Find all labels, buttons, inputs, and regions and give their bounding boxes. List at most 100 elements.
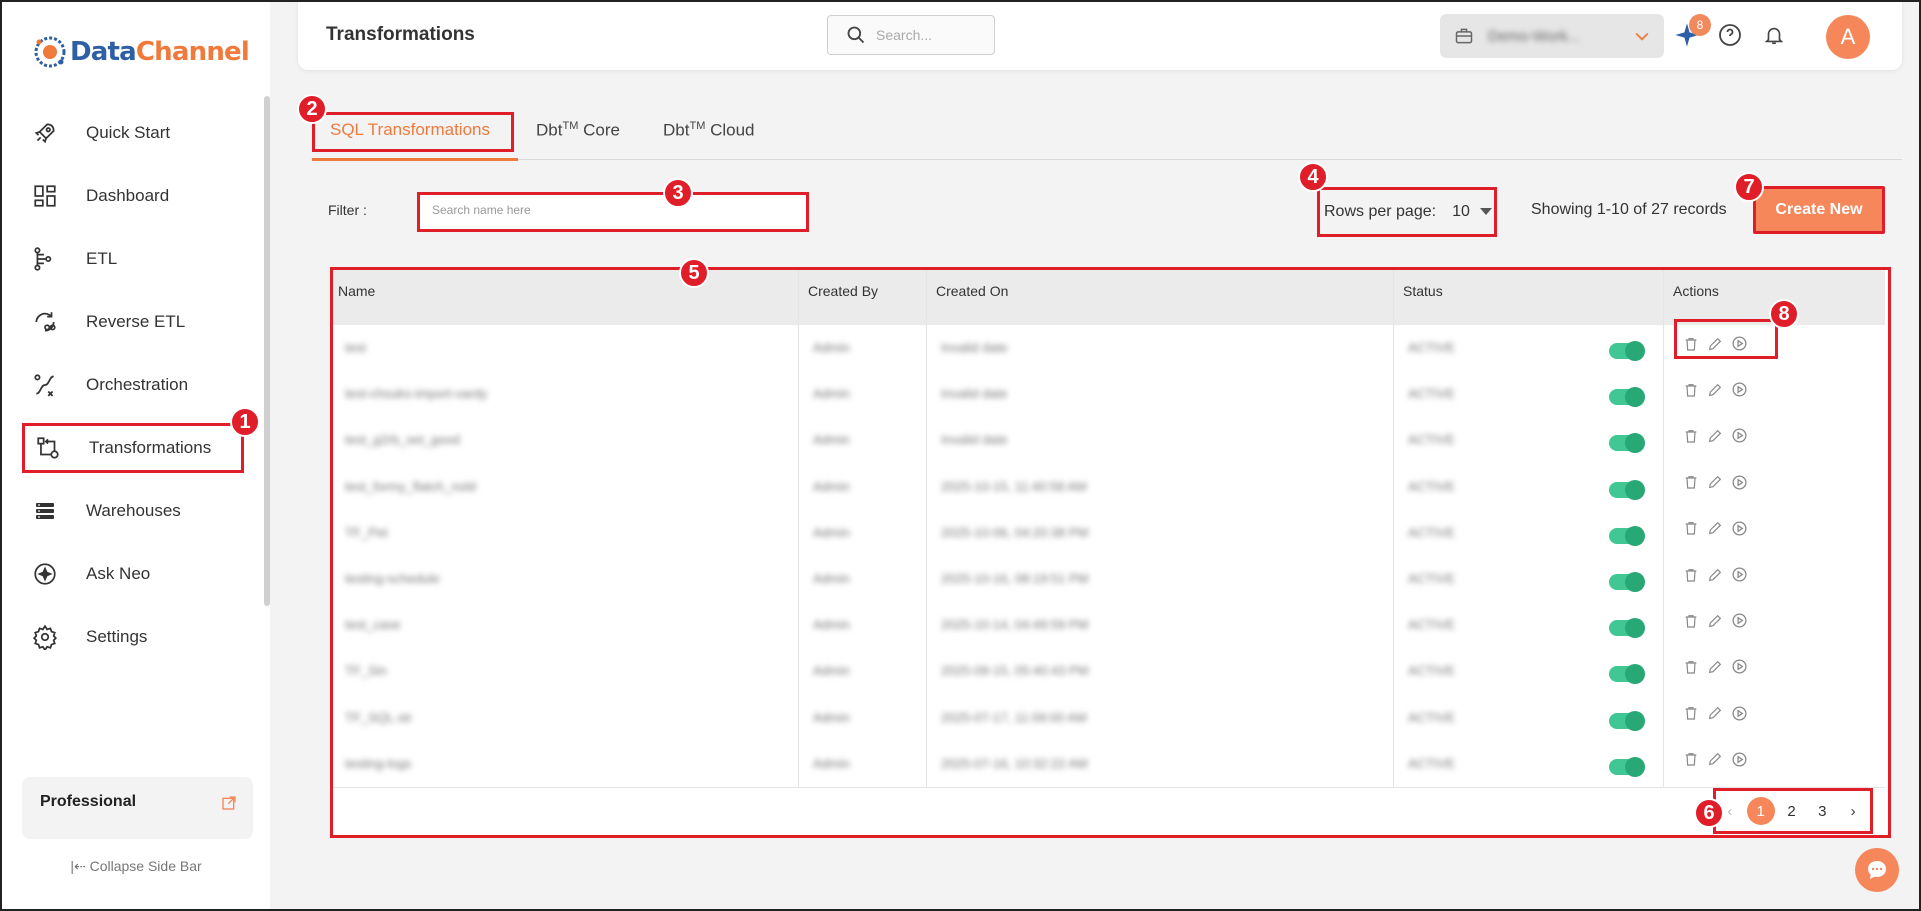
rows-per-page-select[interactable]: Rows per page: 10 — [1317, 187, 1497, 237]
run-icon[interactable] — [1731, 612, 1748, 629]
edit-icon[interactable] — [1707, 382, 1723, 398]
delete-icon[interactable] — [1683, 659, 1699, 675]
cell-name[interactable]: test-chsuks-import-vardy — [345, 386, 487, 401]
edit-icon[interactable] — [1707, 520, 1723, 536]
status-toggle[interactable] — [1609, 572, 1645, 592]
create-new-button[interactable]: Create New — [1753, 186, 1885, 234]
table-row[interactable]: testing-logs Admin 2025-07-16, 10:32:22 AM… — [333, 741, 1885, 787]
user-avatar[interactable]: A — [1826, 15, 1870, 59]
page-button-2[interactable]: 2 — [1778, 797, 1806, 825]
plan-card[interactable]: Professional — [22, 777, 253, 839]
status-toggle[interactable] — [1609, 525, 1645, 546]
status-toggle[interactable] — [1609, 756, 1645, 777]
filter-search-input[interactable]: Search name here — [417, 192, 809, 232]
sidebar-item-quick-start[interactable]: Quick Start — [22, 108, 244, 158]
run-icon[interactable] — [1731, 474, 1748, 491]
sidebar-item-warehouses[interactable]: Warehouses — [22, 486, 244, 536]
table-row[interactable]: TF_Pet Admin 2025-10-06, 04:20:38 PM ACTIVE — [333, 510, 1885, 556]
cell-name[interactable]: test_g2rb_set_good — [345, 432, 460, 447]
run-icon[interactable] — [1731, 381, 1748, 398]
sidebar-item-orchestration[interactable]: Orchestration — [22, 360, 244, 410]
column-header-status[interactable]: Status — [1403, 283, 1443, 299]
edit-icon[interactable] — [1707, 474, 1723, 490]
status-toggle[interactable] — [1609, 479, 1645, 500]
table-row[interactable]: testing-schedule Admin 2025-10-16, 08:19:5… — [333, 556, 1885, 602]
page-button-3[interactable]: 3 — [1808, 797, 1836, 825]
column-header-created-by[interactable]: Created By — [808, 283, 878, 299]
column-header-name[interactable]: Name — [338, 283, 375, 299]
cell-name[interactable]: testing-schedule — [345, 571, 440, 586]
page-button-1[interactable]: 1 — [1746, 797, 1775, 825]
table-row[interactable]: test_g2rb_set_good Admin Invalid date ACTIV… — [333, 417, 1885, 463]
delete-icon[interactable] — [1683, 428, 1699, 444]
next-page-button[interactable]: › — [1839, 797, 1867, 825]
cell-name[interactable]: TF_SQL.str — [345, 710, 412, 725]
sidebar-item-etl[interactable]: ETL — [22, 234, 244, 284]
edit-icon[interactable] — [1707, 659, 1723, 675]
bell-icon[interactable] — [1763, 23, 1785, 47]
table-row[interactable]: test_case Admin 2025-10-14, 04:49:59 PM ACT… — [333, 602, 1885, 648]
edit-icon[interactable] — [1707, 428, 1723, 444]
cell-created-on: 2025-10-14, 04:49:59 PM — [941, 617, 1089, 633]
table-row[interactable]: test_formy_flatch_nold Admin 2025-10-15, 1… — [333, 464, 1885, 510]
delete-icon[interactable] — [1683, 336, 1699, 352]
sidebar-item-settings[interactable]: Settings — [22, 612, 244, 662]
status-toggle[interactable] — [1609, 618, 1645, 639]
tab-dbt-cloud[interactable]: DbtTM Cloud — [663, 120, 755, 141]
cell-name[interactable]: testing-logs — [345, 756, 411, 771]
table-row[interactable]: test Admin Invalid date ACTIVE — [333, 325, 1885, 371]
delete-icon[interactable] — [1683, 613, 1699, 629]
status-toggle[interactable] — [1609, 341, 1645, 361]
records-count: Showing 1-10 of 27 records — [1531, 201, 1727, 218]
tab-sql-transformations[interactable]: SQL Transformations — [330, 120, 490, 140]
cell-status: ACTIVE — [1408, 432, 1455, 448]
cell-name[interactable]: TF_Sin — [345, 663, 387, 678]
app-logo[interactable]: DataChannel — [30, 30, 250, 74]
workspace-select[interactable]: Demo-Work... — [1440, 14, 1664, 58]
cell-created-by: Admin — [813, 709, 850, 725]
delete-icon[interactable] — [1683, 751, 1699, 767]
status-toggle[interactable] — [1609, 664, 1645, 685]
sidebar-item-transformations[interactable]: Transformations — [22, 423, 244, 473]
edit-icon[interactable] — [1707, 613, 1723, 629]
table-row[interactable]: test-chsuks-import-vardy Admin Invalid dat… — [333, 371, 1885, 417]
cell-name[interactable]: test — [345, 340, 366, 355]
chat-support-button[interactable] — [1855, 848, 1899, 892]
column-header-created-on[interactable]: Created On — [936, 283, 1008, 299]
collapse-sidebar-button[interactable]: |⇠ Collapse Side Bar — [2, 858, 270, 875]
status-toggle[interactable] — [1609, 710, 1645, 731]
run-icon[interactable] — [1731, 335, 1748, 352]
delete-icon[interactable] — [1683, 382, 1699, 398]
rows-per-page-value: 10 — [1452, 203, 1470, 220]
delete-icon[interactable] — [1683, 474, 1699, 490]
run-icon[interactable] — [1731, 427, 1748, 444]
delete-icon[interactable] — [1683, 567, 1699, 583]
run-icon[interactable] — [1731, 705, 1748, 722]
delete-icon[interactable] — [1683, 705, 1699, 721]
cell-name[interactable]: test_formy_flatch_nold — [345, 479, 476, 494]
sidebar-scrollbar[interactable] — [264, 96, 270, 606]
tab-dbt-core[interactable]: DbtTM Core — [536, 120, 620, 141]
status-toggle[interactable] — [1609, 387, 1645, 408]
delete-icon[interactable] — [1683, 520, 1699, 536]
run-icon[interactable] — [1731, 520, 1748, 537]
edit-icon[interactable] — [1707, 336, 1723, 352]
cell-name[interactable]: test_case — [345, 617, 401, 632]
table-row[interactable]: TF_SQL.str Admin 2025-07-17, 11:09:00 AM AC… — [333, 695, 1885, 741]
edit-icon[interactable] — [1707, 705, 1723, 721]
run-icon[interactable] — [1731, 658, 1748, 675]
sidebar-item-label: Reverse ETL — [86, 312, 186, 331]
external-link-icon[interactable] — [221, 795, 237, 811]
run-icon[interactable] — [1731, 751, 1748, 768]
edit-icon[interactable] — [1707, 751, 1723, 767]
run-icon[interactable] — [1731, 566, 1748, 583]
global-search-input[interactable]: Search... — [827, 15, 995, 55]
sidebar-item-ask-neo[interactable]: Ask Neo — [22, 549, 244, 599]
edit-icon[interactable] — [1707, 567, 1723, 583]
table-row[interactable]: TF_Sin Admin 2025-09-15, 05:40:43 PM ACTIVE — [333, 648, 1885, 694]
sidebar-item-dashboard[interactable]: Dashboard — [22, 171, 244, 221]
help-icon[interactable] — [1718, 23, 1742, 47]
status-toggle[interactable] — [1609, 433, 1645, 454]
sidebar-item-reverse-etl[interactable]: Reverse ETL — [22, 297, 244, 347]
cell-name[interactable]: TF_Pet — [345, 525, 388, 540]
